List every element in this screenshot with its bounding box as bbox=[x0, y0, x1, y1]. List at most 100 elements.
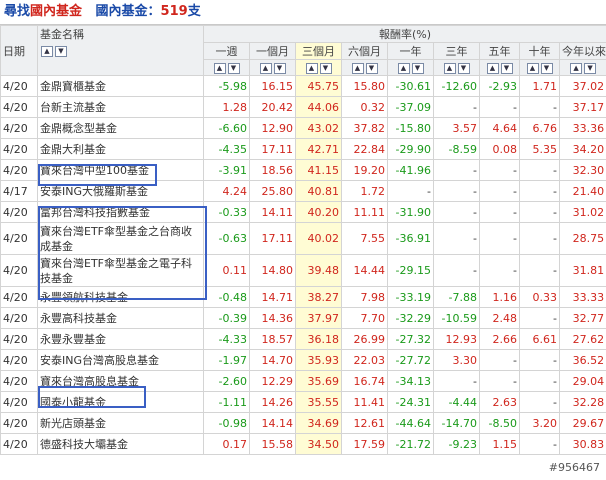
sort-desc-icon[interactable]: ▼ bbox=[365, 62, 378, 74]
sort-asc-icon[interactable]: ▲ bbox=[259, 62, 272, 74]
row-date: 4/20 bbox=[0, 96, 38, 118]
row-return-value: -0.63 bbox=[203, 222, 250, 255]
row-fund-name[interactable]: 寶來台灣ETF傘型基金之台商收成基金 bbox=[37, 222, 204, 255]
row-fund-name[interactable]: 國泰小龍基金 bbox=[37, 391, 204, 413]
row-fund-name[interactable]: 新光店頭基金 bbox=[37, 412, 204, 434]
row-return-value: -15.80 bbox=[387, 117, 434, 139]
row-fund-name[interactable]: 金鼎概念型基金 bbox=[37, 117, 204, 139]
row-return-value: 15.58 bbox=[249, 433, 296, 455]
row-return-value: - bbox=[433, 159, 480, 181]
row-return-value: 1.28 bbox=[203, 96, 250, 118]
header-count-value: 519 bbox=[160, 4, 188, 19]
col-header-period: 一年 bbox=[387, 42, 434, 60]
row-return-value: -8.50 bbox=[479, 412, 520, 434]
table-row: 4/20 永豐高科技基金 -0.39 14.36 37.97 7.70 -32.29 -10.… bbox=[0, 307, 606, 329]
row-return-value: -0.98 bbox=[203, 412, 250, 434]
row-return-value: 2.63 bbox=[479, 391, 520, 413]
row-date: 4/20 bbox=[0, 286, 38, 308]
sort-desc-icon[interactable]: ▼ bbox=[457, 62, 470, 74]
col-header-date: 日期 bbox=[0, 25, 38, 76]
row-fund-name[interactable]: 寶來台灣高股息基金 bbox=[37, 370, 204, 392]
sort-desc-icon[interactable]: ▼ bbox=[227, 62, 240, 74]
col-header-name: 基金名稱 ▲ ▼ bbox=[37, 25, 204, 76]
row-fund-name[interactable]: 永豐高科技基金 bbox=[37, 307, 204, 329]
row-return-value: 17.11 bbox=[249, 138, 296, 160]
row-return-value: 40.81 bbox=[295, 180, 342, 202]
row-return-value: -2.93 bbox=[479, 75, 520, 97]
sort-desc-icon[interactable]: ▼ bbox=[273, 62, 286, 74]
sort-desc-icon[interactable]: ▼ bbox=[540, 62, 553, 74]
row-return-value: 5.35 bbox=[519, 138, 560, 160]
row-fund-name[interactable]: 台新主流基金 bbox=[37, 96, 204, 118]
table-row: 4/20 國泰小龍基金 -1.11 14.26 35.55 11.41 -24.31 -4.4… bbox=[0, 391, 606, 413]
row-return-value: 19.20 bbox=[341, 159, 388, 181]
col-sort-controls: ▲ ▼ bbox=[341, 59, 388, 76]
row-date: 4/20 bbox=[0, 117, 38, 139]
row-return-value: -34.13 bbox=[387, 370, 434, 392]
row-return-value: 37.02 bbox=[558, 75, 606, 97]
row-fund-name[interactable]: 金鼎寶櫃基金 bbox=[37, 75, 204, 97]
row-date: 4/20 bbox=[0, 159, 38, 181]
row-fund-name[interactable]: 永豐領航科技基金 bbox=[37, 286, 204, 308]
sort-desc-icon[interactable]: ▼ bbox=[500, 62, 513, 74]
header-category-link[interactable]: 國內基金 bbox=[30, 4, 82, 19]
row-return-value: 7.70 bbox=[341, 307, 388, 329]
row-return-value: -1.97 bbox=[203, 349, 250, 371]
row-return-value: - bbox=[519, 370, 560, 392]
header-count-label: 國內基金： bbox=[95, 4, 161, 19]
sort-asc-icon[interactable]: ▲ bbox=[443, 62, 456, 74]
row-return-value: 34.50 bbox=[295, 433, 342, 455]
row-fund-name[interactable]: 德盛科技大壩基金 bbox=[37, 433, 204, 455]
row-return-value: - bbox=[433, 370, 480, 392]
row-return-value: 32.77 bbox=[558, 307, 606, 329]
row-date: 4/20 bbox=[0, 412, 38, 434]
col-sort-controls: ▲ ▼ bbox=[558, 59, 606, 76]
row-return-value: 14.44 bbox=[341, 254, 388, 287]
row-return-value: 32.28 bbox=[558, 391, 606, 413]
row-fund-name[interactable]: 金鼎大利基金 bbox=[37, 138, 204, 160]
sort-asc-icon[interactable]: ▲ bbox=[526, 62, 539, 74]
sort-asc-icon[interactable]: ▲ bbox=[213, 62, 226, 74]
row-return-value: 28.75 bbox=[558, 222, 606, 255]
sort-asc-icon[interactable]: ▲ bbox=[41, 45, 53, 57]
col-sort-controls: ▲ ▼ bbox=[387, 59, 434, 76]
sort-desc-icon[interactable]: ▼ bbox=[411, 62, 424, 74]
sort-asc-icon[interactable]: ▲ bbox=[486, 62, 499, 74]
row-return-value: 1.16 bbox=[479, 286, 520, 308]
row-fund-name[interactable]: 富邦台灣科技指數基金 bbox=[37, 201, 204, 223]
col-header-name-label: 基金名稱 bbox=[40, 28, 84, 41]
row-fund-name[interactable]: 永豐永豐基金 bbox=[37, 328, 204, 350]
sort-desc-icon[interactable]: ▼ bbox=[319, 62, 332, 74]
row-fund-name[interactable]: 寶來台灣ETF傘型基金之電子科技基金 bbox=[37, 254, 204, 287]
sort-asc-icon[interactable]: ▲ bbox=[351, 62, 364, 74]
row-fund-name[interactable]: 寶來台灣中型100基金 bbox=[37, 159, 204, 181]
sort-asc-icon[interactable]: ▲ bbox=[305, 62, 318, 74]
row-return-value: 31.81 bbox=[558, 254, 606, 287]
row-return-value: 2.66 bbox=[479, 328, 520, 350]
row-fund-name[interactable]: 安泰ING台灣高股息基金 bbox=[37, 349, 204, 371]
row-return-value: 6.61 bbox=[519, 328, 560, 350]
row-return-value: - bbox=[433, 222, 480, 255]
row-return-value: - bbox=[479, 201, 520, 223]
table-row: 4/20 永豐領航科技基金 -0.48 14.71 38.27 7.98 -33.19 -7.… bbox=[0, 286, 606, 308]
row-return-value: 15.80 bbox=[341, 75, 388, 97]
sort-desc-icon[interactable]: ▼ bbox=[55, 45, 67, 57]
row-return-value: 22.03 bbox=[341, 349, 388, 371]
row-return-value: 16.15 bbox=[249, 75, 296, 97]
row-return-value: 40.20 bbox=[295, 201, 342, 223]
row-fund-name[interactable]: 安泰ING大俄羅斯基金 bbox=[37, 180, 204, 202]
sort-asc-icon[interactable]: ▲ bbox=[570, 62, 583, 74]
row-return-value: 36.52 bbox=[558, 349, 606, 371]
row-return-value: 21.40 bbox=[558, 180, 606, 202]
sort-desc-icon[interactable]: ▼ bbox=[584, 62, 597, 74]
row-return-value: -8.59 bbox=[433, 138, 480, 160]
row-return-value: 14.14 bbox=[249, 412, 296, 434]
col-header-period: 三年 bbox=[433, 42, 480, 60]
row-return-value: 14.11 bbox=[249, 201, 296, 223]
row-return-value: -3.91 bbox=[203, 159, 250, 181]
row-return-value: -21.72 bbox=[387, 433, 434, 455]
row-return-value: 0.33 bbox=[519, 286, 560, 308]
sort-asc-icon[interactable]: ▲ bbox=[397, 62, 410, 74]
row-return-value: - bbox=[519, 254, 560, 287]
row-return-value: - bbox=[479, 349, 520, 371]
